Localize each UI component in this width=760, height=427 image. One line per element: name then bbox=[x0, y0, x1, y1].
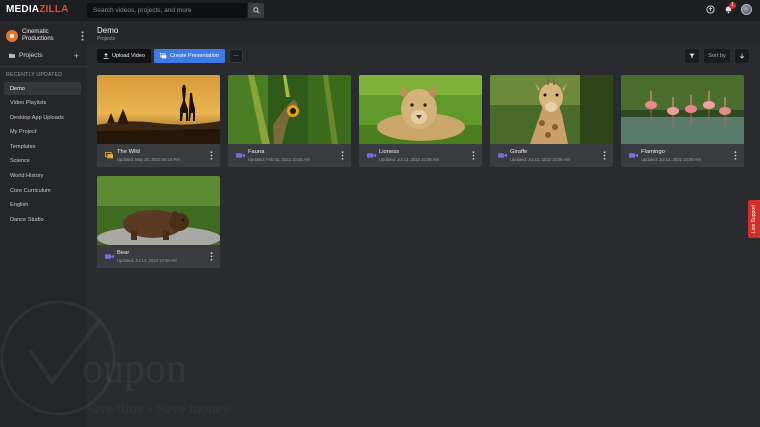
thumbnail-flamingo bbox=[621, 75, 744, 144]
sidebar-item-demo[interactable]: Demo bbox=[4, 82, 81, 95]
video-card-fauna[interactable]: Fauna Updated: Feb 02, 2023 10:43 AM bbox=[228, 75, 351, 167]
card-title: Lioness bbox=[379, 149, 399, 155]
card-title: The Wild bbox=[117, 149, 140, 155]
card-date: Updated: Feb 02, 2023 10:43 AM bbox=[248, 157, 310, 162]
sidebar-item-my-project[interactable]: My Project bbox=[4, 126, 81, 139]
folder-icon bbox=[9, 53, 15, 58]
org-name: Cinematic Productions bbox=[22, 29, 54, 42]
content-header: Demo Projects bbox=[87, 21, 760, 45]
thumbnail-fauna bbox=[228, 75, 351, 144]
video-camera-icon bbox=[367, 153, 376, 158]
video-card-giraffe[interactable]: Giraffe Updated: Jul 13, 2022 10:06 AM bbox=[490, 75, 613, 167]
projects-row[interactable]: Projects + bbox=[9, 51, 79, 60]
org-logo bbox=[6, 30, 18, 42]
card-title: Bear bbox=[117, 250, 130, 256]
video-camera-icon bbox=[105, 254, 114, 259]
add-project-icon[interactable]: + bbox=[74, 51, 79, 60]
upload-video-label: Upload Video bbox=[112, 53, 145, 59]
logo-text-zilla: ZILLA bbox=[39, 4, 69, 15]
sort-by-button[interactable]: Sort by bbox=[704, 49, 730, 63]
live-support-label: Live Support bbox=[751, 204, 758, 234]
card-menu-icon[interactable] bbox=[210, 252, 213, 261]
filter-icon bbox=[689, 53, 695, 59]
sidebar-item-science[interactable]: Science bbox=[4, 155, 81, 168]
card-info: Lioness Updated: Jul 13, 2022 10:08 AM bbox=[359, 144, 482, 167]
card-menu-icon[interactable] bbox=[341, 151, 344, 160]
org-icon bbox=[10, 34, 14, 38]
card-menu-icon[interactable] bbox=[472, 151, 475, 160]
sidebar-nav: Demo Video Playlists Desktop App Uploads… bbox=[4, 82, 81, 228]
card-date: Updated: May 30, 2023 05:15 PM bbox=[117, 157, 180, 162]
top-bar: MEDIAZILLA 1 bbox=[0, 0, 760, 21]
breadcrumb[interactable]: Projects bbox=[97, 36, 115, 42]
video-camera-icon bbox=[236, 153, 245, 158]
video-card-lioness[interactable]: Lioness Updated: Jul 13, 2022 10:08 AM bbox=[359, 75, 482, 167]
card-menu-icon[interactable] bbox=[734, 151, 737, 160]
sidebar-item-dance-studio[interactable]: Dance Studio bbox=[4, 213, 81, 226]
card-date: Updated: Jul 13, 2022 10:08 AM bbox=[117, 258, 177, 263]
live-support-tab[interactable]: Live Support bbox=[748, 200, 760, 238]
watermark-text: oupon bbox=[82, 346, 187, 392]
card-info: Giraffe Updated: Jul 13, 2022 10:06 AM bbox=[490, 144, 613, 167]
search-button[interactable] bbox=[248, 3, 264, 18]
card-date: Updated: Jul 13, 2022 10:08 AM bbox=[641, 157, 701, 162]
thumbnail-giraffe bbox=[490, 75, 613, 144]
sidebar: Cinematic Productions Projects + RECENTL… bbox=[0, 21, 87, 427]
arrow-down-icon bbox=[739, 53, 745, 59]
search-input[interactable] bbox=[87, 3, 247, 18]
page-title: Demo bbox=[97, 26, 119, 35]
card-title: Fauna bbox=[248, 149, 265, 155]
org-menu-icon[interactable] bbox=[80, 31, 85, 41]
watermark-subtext: Save time - Save money bbox=[84, 401, 230, 417]
search-icon bbox=[252, 7, 260, 14]
video-camera-icon bbox=[629, 153, 638, 158]
card-info: Fauna Updated: Feb 02, 2023 10:43 AM bbox=[228, 144, 351, 167]
presentation-icon bbox=[160, 53, 167, 59]
notification-badge: 1 bbox=[729, 1, 736, 9]
card-menu-icon[interactable] bbox=[210, 151, 213, 160]
user-avatar[interactable] bbox=[741, 4, 752, 15]
sort-direction-button[interactable] bbox=[735, 49, 749, 63]
logo-text-media: MEDIA bbox=[6, 4, 40, 15]
card-title: Flamingo bbox=[641, 149, 665, 155]
notifications-button[interactable]: 1 bbox=[723, 1, 736, 15]
card-menu-icon[interactable] bbox=[603, 151, 606, 160]
card-date: Updated: Jul 13, 2022 10:06 AM bbox=[510, 157, 570, 162]
sidebar-divider bbox=[0, 66, 87, 67]
card-info: Flamingo Updated: Jul 13, 2022 10:08 AM bbox=[621, 144, 744, 167]
card-date: Updated: Jul 13, 2022 10:08 AM bbox=[379, 157, 439, 162]
presentation-icon bbox=[105, 152, 113, 159]
create-presentation-label: Create Presentation bbox=[170, 53, 219, 59]
sidebar-item-core-curriculum[interactable]: Core Curriculum bbox=[4, 184, 81, 197]
upload-status-button[interactable] bbox=[705, 5, 715, 15]
more-options-button[interactable]: ··· bbox=[229, 49, 243, 63]
sidebar-item-world-history[interactable]: World History bbox=[4, 170, 81, 183]
create-presentation-button[interactable]: Create Presentation bbox=[154, 49, 225, 63]
projects-label: Projects bbox=[19, 52, 43, 59]
upload-icon bbox=[103, 53, 109, 59]
toolbar: Upload Video Create Presentation ··· Sor… bbox=[87, 45, 760, 67]
upload-video-button[interactable]: Upload Video bbox=[97, 49, 151, 63]
org-switcher[interactable]: Cinematic Productions bbox=[6, 26, 88, 46]
arrow-circle-icon bbox=[705, 5, 715, 14]
video-card-the-wild[interactable]: The Wild Updated: May 30, 2023 05:15 PM bbox=[97, 75, 220, 167]
card-info: Bear Updated: Jul 13, 2022 10:08 AM bbox=[97, 245, 220, 268]
card-title: Giraffe bbox=[510, 149, 528, 155]
video-card-bear[interactable]: Bear Updated: Jul 13, 2022 10:08 AM bbox=[97, 176, 220, 268]
filter-button[interactable] bbox=[685, 49, 699, 63]
sidebar-item-templates[interactable]: Templates bbox=[4, 140, 81, 153]
sidebar-item-desktop-app-uploads[interactable]: Desktop App Uploads bbox=[4, 111, 81, 124]
sidebar-item-video-playlists[interactable]: Video Playlists bbox=[4, 97, 81, 110]
thumbnail-bear bbox=[97, 176, 220, 245]
video-card-flamingo[interactable]: Flamingo Updated: Jul 13, 2022 10:08 AM bbox=[621, 75, 744, 167]
thumbnail-lioness bbox=[359, 75, 482, 144]
thumbnail-the-wild bbox=[97, 75, 220, 144]
sidebar-item-english[interactable]: English bbox=[4, 199, 81, 212]
card-info: The Wild Updated: May 30, 2023 05:15 PM bbox=[97, 144, 220, 167]
recent-header: RECENTLY UPDATED bbox=[6, 72, 63, 78]
app-logo[interactable]: MEDIAZILLA bbox=[6, 4, 69, 15]
video-camera-icon bbox=[498, 153, 507, 158]
